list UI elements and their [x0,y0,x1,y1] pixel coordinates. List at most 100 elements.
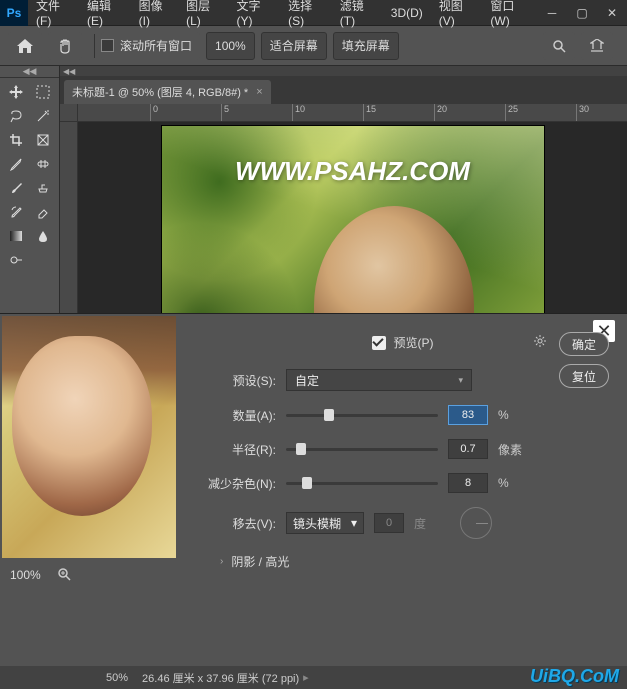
document-tab[interactable]: 未标题-1 @ 50% (图层 4, RGB/8#) * × [64,80,271,104]
close-button[interactable]: ✕ [597,0,627,25]
zoom-100-button[interactable]: 100% [206,32,255,60]
status-bar: 50% 26.46 厘米 x 37.96 厘米 (72 ppi) ▸ UiBQ.… [0,666,627,689]
menu-image[interactable]: 图像(I) [131,0,178,25]
radius-unit: 像素 [498,441,526,458]
menu-select[interactable]: 选择(S) [280,0,332,25]
title-bar: Ps 文件(F) 编辑(E) 图像(I) 图层(L) 文字(Y) 选择(S) 滤… [0,0,627,26]
crop-tool-icon[interactable] [2,128,29,152]
fill-screen-button[interactable]: 填充屏幕 [333,32,399,60]
expand-label: 阴影 / 高光 [231,553,289,570]
remove-label: 移去(V): [196,515,276,532]
healing-brush-tool-icon[interactable] [29,152,56,176]
menu-filter[interactable]: 滤镜(T) [332,0,383,25]
status-dimensions: 26.46 厘米 x 37.96 厘米 (72 ppi) [142,670,299,686]
menu-file[interactable]: 文件(F) [28,0,79,25]
remove-select[interactable]: 镜头模糊 ▾ [286,512,364,534]
canvas-watermark: WWW.PSAHZ.COM [162,156,544,187]
dialog-preview[interactable] [2,316,176,558]
preview-checkbox[interactable] [372,336,386,350]
slider-thumb[interactable] [302,477,312,489]
radius-slider[interactable] [286,441,438,457]
ruler-tick: 15 [363,104,376,122]
eyedropper-tool-icon[interactable] [2,152,29,176]
radius-input[interactable]: 0.7 [448,439,488,459]
amount-label: 数量(A): [196,407,276,424]
document-tabs: 未标题-1 @ 50% (图层 4, RGB/8#) * × [60,76,627,104]
shadows-highlights-expand[interactable]: › 阴影 / 高光 [220,553,609,570]
preset-value: 自定 [295,372,319,389]
noise-unit: % [498,476,526,490]
ruler-tick: 10 [292,104,305,122]
hand-tool-icon[interactable] [48,32,82,60]
gear-icon[interactable] [533,334,547,351]
maximize-button[interactable]: ▢ [567,0,597,25]
menu-layer[interactable]: 图层(L) [178,0,228,25]
search-icon[interactable] [543,32,575,60]
amount-unit: % [498,408,526,422]
menu-window[interactable]: 窗口(W) [482,0,537,25]
menu-3d[interactable]: 3D(D) [383,0,431,25]
amount-slider[interactable] [286,407,438,423]
move-tool-icon[interactable] [2,80,29,104]
site-watermark: UiBQ.CoM [530,666,619,687]
brush-tool-icon[interactable] [2,176,29,200]
angle-dial[interactable] [460,507,492,539]
preset-select[interactable]: 自定 ▾ [286,369,472,391]
chevron-down-icon: ▾ [351,516,357,530]
menu-bar: 文件(F) 编辑(E) 图像(I) 图层(L) 文字(Y) 选择(S) 滤镜(T… [28,0,537,25]
preview-zoom-value: 100% [10,568,41,582]
checkbox-icon [101,39,114,52]
remove-value: 镜头模糊 [293,515,341,532]
radius-label: 半径(R): [196,441,276,458]
reset-button[interactable]: 复位 [559,364,609,388]
dodge-tool-icon[interactable] [2,248,29,272]
document-tab-title: 未标题-1 @ 50% (图层 4, RGB/8#) * [72,84,248,100]
noise-input[interactable]: 8 [448,473,488,493]
fit-screen-button[interactable]: 适合屏幕 [261,32,327,60]
scroll-all-label: 滚动所有窗口 [120,37,192,54]
ruler-tick: 30 [576,104,589,122]
separator [94,34,95,58]
share-icon[interactable] [581,32,613,60]
menu-view[interactable]: 视图(V) [431,0,483,25]
toolbox-collapse[interactable]: ◀◀ [0,66,59,78]
close-tab-icon[interactable]: × [256,86,262,98]
chevron-down-icon: ▾ [458,375,463,386]
noise-slider[interactable] [286,475,438,491]
chevron-right-icon[interactable]: ▸ [303,671,309,684]
clone-stamp-tool-icon[interactable] [29,176,56,200]
menu-edit[interactable]: 编辑(E) [79,0,131,25]
lasso-tool-icon[interactable] [2,104,29,128]
marquee-tool-icon[interactable] [29,80,56,104]
slider-thumb[interactable] [324,409,334,421]
preview-label: 预览(P) [394,334,434,351]
magic-wand-tool-icon[interactable] [29,104,56,128]
chevron-right-icon: › [220,556,223,567]
ruler-tick: 20 [434,104,447,122]
ruler-tick: 5 [221,104,229,122]
status-zoom[interactable]: 50% [106,672,128,684]
ruler-horizontal: 0 5 10 15 20 25 30 [60,104,627,122]
minimize-button[interactable]: ─ [537,0,567,25]
options-bar: 滚动所有窗口 100% 适合屏幕 填充屏幕 [0,26,627,66]
ruler-corner [60,104,78,122]
ok-button[interactable]: 确定 [559,332,609,356]
angle-input[interactable]: 0 [374,513,404,533]
frame-tool-icon[interactable] [29,128,56,152]
preset-label: 预设(S): [196,372,276,389]
ruler-tick: 0 [150,104,158,122]
amount-input[interactable]: 83 [448,405,488,425]
home-icon[interactable] [8,32,42,60]
zoom-icon[interactable] [57,567,71,584]
blur-tool-icon[interactable] [29,224,56,248]
menu-type[interactable]: 文字(Y) [229,0,281,25]
gradient-tool-icon[interactable] [2,224,29,248]
smart-sharpen-dialog: 100% ✕ 预览(P) 确定 复位 预设(S): 自定 ▾ [0,313,627,666]
app-logo: Ps [0,0,28,26]
history-brush-tool-icon[interactable] [2,200,29,224]
panel-collapse[interactable]: ◀◀ [60,66,627,76]
slider-thumb[interactable] [296,443,306,455]
eraser-tool-icon[interactable] [29,200,56,224]
window-controls: ─ ▢ ✕ [537,0,627,25]
scroll-all-windows-checkbox[interactable]: 滚动所有窗口 [101,32,200,60]
